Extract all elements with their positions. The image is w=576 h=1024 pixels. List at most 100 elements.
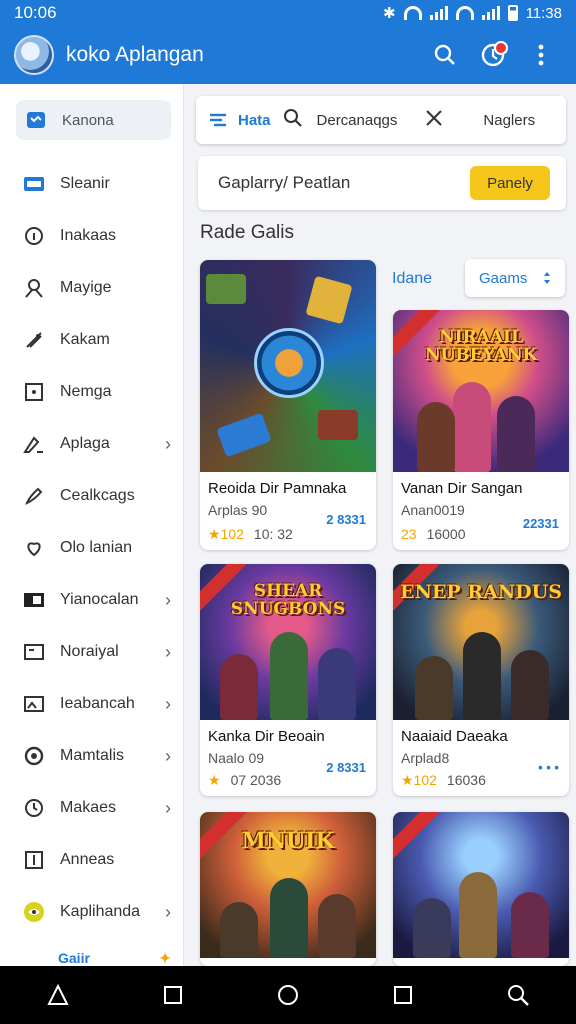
card-icon	[22, 640, 46, 664]
game-card[interactable]: NIRAAIL NUBEYANK Vanan Dir Sangan Anan00…	[393, 310, 569, 550]
game-subtitle: Naalo 09	[208, 750, 265, 766]
sidebar-list: Sleanir Inakaas Mayige Kakam Nemga Aplaga › Cea…	[0, 158, 183, 938]
sort-label[interactable]: Idane	[392, 270, 432, 288]
game-subtitle: Anan0019	[401, 502, 465, 518]
game-more[interactable]: • • •	[538, 760, 559, 775]
sidebar-item-3[interactable]: Mayige	[0, 262, 183, 314]
game-thumb-title: NIRAAIL NUBEYANK	[424, 327, 538, 365]
sidebar-item-5[interactable]: Nemga	[0, 366, 183, 418]
more-vert-icon	[538, 44, 544, 66]
tab-active[interactable]: Hata	[196, 96, 271, 144]
home-button[interactable]	[268, 975, 308, 1015]
search-button[interactable]	[424, 34, 466, 76]
search-card-button[interactable]: Panely	[470, 166, 550, 200]
game-rating: 23	[401, 526, 417, 542]
search-icon	[283, 108, 302, 127]
search-icon	[508, 985, 530, 1006]
sidebar: Kanona Sleanir Inakaas Mayige Kakam Nemga Apl…	[0, 84, 184, 966]
wifi-icon-2	[455, 6, 474, 20]
sidebar-item-label: Noraiyal	[60, 643, 119, 660]
sidebar-item-4[interactable]: Kakam	[0, 314, 183, 366]
game-thumbnail: ENEP RANDUS	[393, 564, 569, 720]
sidebar-item-top[interactable]: Kanona	[16, 100, 171, 140]
image-icon	[22, 692, 46, 716]
sidebar-bottom-label: Gaiir	[58, 950, 90, 966]
sidebar-item-2[interactable]: Inakaas	[0, 210, 183, 262]
home-circle-icon	[277, 985, 298, 1005]
sidebar-item-1[interactable]: Sleanir	[0, 158, 183, 210]
nav-search-button[interactable]	[498, 975, 538, 1015]
menu-lines-icon	[210, 113, 226, 127]
sidebar-item-label: Anneas	[60, 851, 115, 868]
game-card[interactable]: SHEAR SNUGBONS Kanka Dir Beoain Naalo 09…	[200, 564, 376, 796]
game-card[interactable]: Reoida Dir Pamnaka Arplas 90 ★102 10: 32…	[200, 260, 376, 550]
status-time: 10:06	[14, 3, 57, 22]
sidebar-item-15[interactable]: Kaplihanda ›	[0, 886, 183, 938]
game-card[interactable]: MNUIK	[200, 812, 376, 966]
game-thumbnail	[200, 260, 376, 472]
clock-icon	[22, 796, 46, 820]
notifications-button[interactable]	[472, 34, 514, 76]
game-title: Naaiaid Daeaka	[401, 728, 508, 745]
more-menu-button[interactable]	[520, 34, 562, 76]
app-logo	[14, 35, 54, 75]
game-rating: ★102	[401, 772, 437, 788]
sidebar-item-label: Mayige	[60, 279, 112, 296]
sidebar-item-10[interactable]: Noraiyal ›	[0, 626, 183, 678]
signal-icon	[429, 6, 448, 20]
game-meta: ★ 07 2036	[208, 772, 281, 789]
sidebar-item-12[interactable]: Mamtalis ›	[0, 730, 183, 782]
recents-button[interactable]	[153, 975, 193, 1015]
game-price: 22331	[522, 516, 559, 531]
game-card[interactable]	[393, 812, 569, 966]
game-subtitle: Arplad8	[401, 750, 450, 766]
chevron-right-icon: ›	[165, 433, 171, 454]
game-price: 2 8331	[326, 512, 366, 527]
sidebar-item-label: Kaplihanda	[60, 903, 141, 920]
chevron-right-icon: ›	[165, 693, 171, 714]
tab-active-label: Hata	[238, 111, 271, 129]
square-icon	[163, 986, 182, 1004]
sparkle-icon: ✦	[159, 949, 171, 966]
search-small-button[interactable]	[283, 108, 303, 133]
wifi-icon	[403, 6, 422, 20]
tag-icon	[22, 328, 46, 352]
sidebar-item-14[interactable]: Anneas	[0, 834, 183, 886]
back-triangle-icon	[46, 983, 69, 1005]
game-thumbnail	[393, 812, 569, 958]
sidebar-item-6[interactable]: Aplaga ›	[0, 418, 183, 470]
game-card[interactable]: ENEP RANDUS Naaiaid Daeaka Arplad8 ★102 …	[393, 564, 569, 796]
tab-right[interactable]: Naglers	[483, 112, 535, 129]
overview-button[interactable]	[383, 975, 423, 1015]
sidebar-item-label: Mamtalis	[60, 747, 125, 764]
close-icon	[426, 109, 443, 126]
clear-button[interactable]	[425, 109, 443, 132]
sidebar-item-13[interactable]: Makaes ›	[0, 782, 183, 834]
sort-dropdown[interactable]: Gaams	[465, 259, 565, 297]
game-rating: ★	[208, 772, 221, 788]
game-rating: ★102	[208, 526, 244, 542]
sidebar-item-7[interactable]: Cealkcags	[0, 470, 183, 522]
tab-middle[interactable]: Dercanaqgs	[317, 112, 398, 129]
search-card-text: Gaplarry/ Peatlan	[218, 173, 351, 192]
back-button[interactable]	[38, 975, 78, 1015]
game-meta: 23 16000	[401, 526, 466, 542]
signal-icon-2	[481, 6, 500, 20]
app-bar: koko Aplangan	[0, 26, 576, 84]
sidebar-item-9[interactable]: Yianocalan ›	[0, 574, 183, 626]
game-subtitle: Arplas 90	[208, 502, 268, 518]
sidebar-item-11[interactable]: Ieabancah ›	[0, 678, 183, 730]
sidebar-item-8[interactable]: Olo lanian	[0, 522, 183, 574]
game-time: 10: 32	[253, 526, 293, 542]
sidebar-item-label: Olo lanian	[60, 539, 133, 556]
game-thumbnail: SHEAR SNUGBONS	[200, 564, 376, 720]
status-time-right: 11:38	[525, 4, 562, 22]
plus-box-icon	[22, 848, 46, 872]
folder-icon	[22, 588, 46, 612]
search-icon	[434, 44, 455, 65]
sidebar-item-label: Kakam	[60, 331, 110, 348]
chevron-right-icon: ›	[165, 901, 171, 922]
info-icon	[22, 224, 46, 248]
game-thumbnail: NIRAAIL NUBEYANK	[393, 310, 569, 472]
sidebar-item-label: Makaes	[60, 799, 117, 816]
